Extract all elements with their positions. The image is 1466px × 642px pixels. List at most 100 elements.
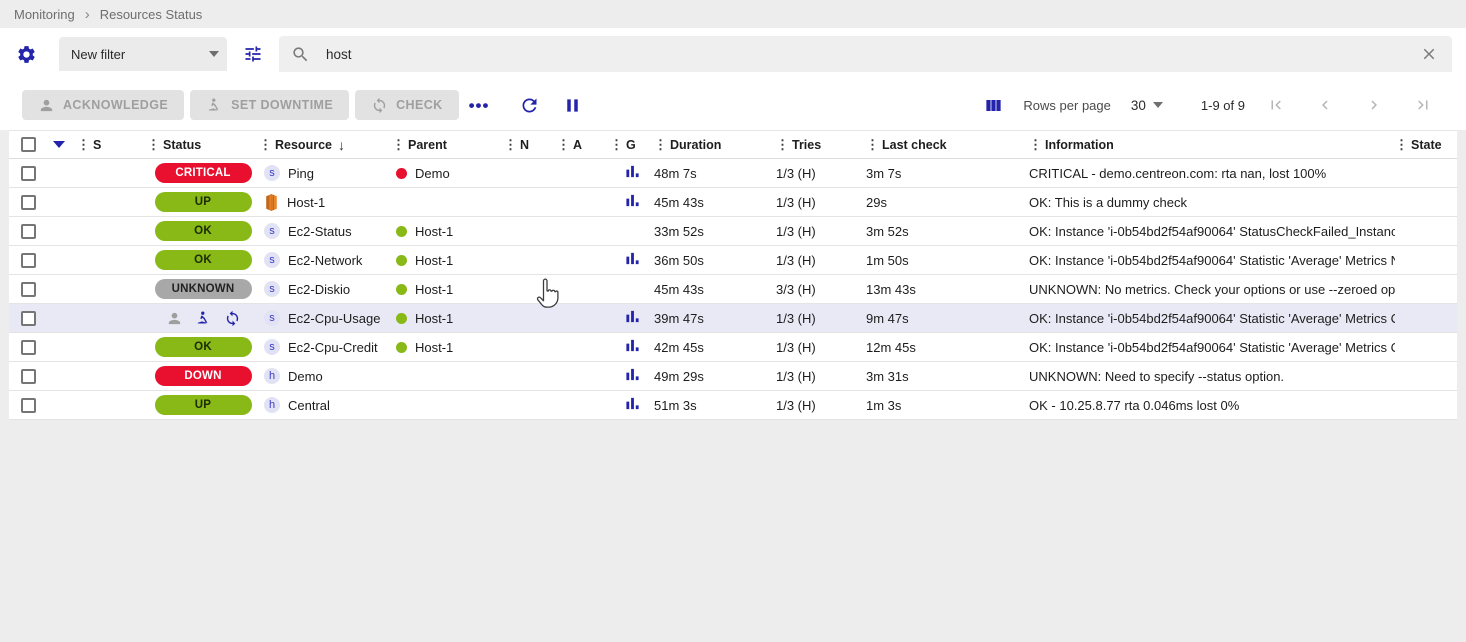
parent-name: Host-1 xyxy=(415,340,453,355)
resource-cell: sEc2-Status xyxy=(259,223,392,239)
column-header-information[interactable]: ⋮Information xyxy=(1029,138,1395,152)
column-drag-dots-icon[interactable]: ⋮ xyxy=(1029,138,1042,151)
table-row[interactable]: UPHost-145m 43s1/3 (H)29sOK: This is a d… xyxy=(9,188,1457,217)
tries-cell: 1/3 (H) xyxy=(776,224,866,239)
graph-icon[interactable] xyxy=(625,367,640,385)
column-drag-dots-icon[interactable]: ⋮ xyxy=(259,138,272,151)
status-cell: OK xyxy=(147,250,259,270)
column-header-state[interactable]: ⋮State xyxy=(1395,138,1457,152)
sort-desc-icon[interactable]: ↓ xyxy=(338,137,345,153)
set-downtime-button[interactable]: SET DOWNTIME xyxy=(190,90,349,120)
column-header-n[interactable]: ⋮N xyxy=(504,138,557,152)
last-check-cell: 12m 45s xyxy=(866,340,1029,355)
resource-cell: Host-1 xyxy=(259,194,392,211)
tries-cell: 3/3 (H) xyxy=(776,282,866,297)
graph-cell xyxy=(610,309,654,327)
column-header-tries[interactable]: ⋮Tries xyxy=(776,138,866,152)
row-checkbox[interactable] xyxy=(9,195,47,210)
table-row[interactable]: sEc2-Cpu-UsageHost-139m 47s1/3 (H)9m 47s… xyxy=(9,304,1457,333)
graph-icon[interactable] xyxy=(625,338,640,356)
column-header-parent[interactable]: ⋮Parent xyxy=(392,138,504,152)
prev-page-icon[interactable] xyxy=(1316,96,1334,114)
last-check-cell: 9m 47s xyxy=(866,311,1029,326)
graph-icon[interactable] xyxy=(625,164,640,182)
table-row[interactable]: CRITICALsPingDemo48m 7s1/3 (H)3m 7sCRITI… xyxy=(9,159,1457,188)
graph-icon[interactable] xyxy=(625,396,640,414)
status-cell: CRITICAL xyxy=(147,163,259,183)
tune-icon[interactable] xyxy=(239,40,267,68)
toolbar-right: Rows per page 30 1-9 of 9 xyxy=(980,92,1432,119)
column-header-last-check[interactable]: ⋮Last check xyxy=(866,138,1029,152)
status-badge: UNKNOWN xyxy=(155,279,252,299)
row-checkbox[interactable] xyxy=(9,398,47,413)
select-all-checkbox[interactable] xyxy=(9,137,47,152)
column-header-s[interactable]: ⋮S xyxy=(77,138,147,152)
last-page-icon[interactable] xyxy=(1414,96,1432,114)
column-drag-dots-icon[interactable]: ⋮ xyxy=(557,138,570,151)
filter-preset-select[interactable]: New filter xyxy=(59,37,227,71)
status-cell: UNKNOWN xyxy=(147,279,259,299)
resource-name: Ec2-Cpu-Credit xyxy=(288,340,378,355)
breadcrumb-item-resources-status[interactable]: Resources Status xyxy=(100,7,203,22)
parent-status-dot xyxy=(396,284,407,295)
search-input[interactable] xyxy=(326,47,1416,62)
rows-per-page-select[interactable]: 30 xyxy=(1131,98,1163,113)
parent-cell: Host-1 xyxy=(392,224,504,239)
graph-icon[interactable] xyxy=(625,251,640,269)
check-icon xyxy=(371,97,388,114)
column-drag-dots-icon[interactable]: ⋮ xyxy=(147,138,160,151)
column-drag-dots-icon[interactable]: ⋮ xyxy=(866,138,879,151)
resource-name: Ping xyxy=(288,166,314,181)
column-header-a[interactable]: ⋮A xyxy=(557,138,610,152)
column-header-resource[interactable]: ⋮Resource↓ xyxy=(259,137,392,153)
column-drag-dots-icon[interactable]: ⋮ xyxy=(1395,138,1408,151)
row-checkbox[interactable] xyxy=(9,340,47,355)
table-row[interactable]: OKsEc2-NetworkHost-136m 50s1/3 (H)1m 50s… xyxy=(9,246,1457,275)
acknowledge-button[interactable]: ACKNOWLEDGE xyxy=(22,90,184,120)
last-check-cell: 3m 31s xyxy=(866,369,1029,384)
column-header-duration[interactable]: ⋮Duration xyxy=(654,138,776,152)
refresh-icon[interactable] xyxy=(515,91,544,120)
check-button[interactable]: CHECK xyxy=(355,90,458,120)
columns-icon[interactable] xyxy=(980,92,1007,119)
column-header-g[interactable]: ⋮G xyxy=(610,138,654,152)
next-page-icon[interactable] xyxy=(1365,96,1383,114)
table-row[interactable]: OKsEc2-StatusHost-133m 52s1/3 (H)3m 52sO… xyxy=(9,217,1457,246)
host-icon: h xyxy=(264,397,280,413)
graph-icon[interactable] xyxy=(625,193,640,211)
tries-cell: 1/3 (H) xyxy=(776,166,866,181)
resource-name: Ec2-Diskio xyxy=(288,282,350,297)
row-checkbox[interactable] xyxy=(9,224,47,239)
pause-icon[interactable] xyxy=(558,91,587,120)
more-icon[interactable]: ••• xyxy=(469,97,490,114)
information-cell: OK: Instance 'i-0b54bd2f54af90064' Statu… xyxy=(1029,224,1395,239)
column-drag-dots-icon[interactable]: ⋮ xyxy=(504,138,517,151)
table-row[interactable]: DOWNhDemo49m 29s1/3 (H)3m 31sUNKNOWN: Ne… xyxy=(9,362,1457,391)
row-checkbox[interactable] xyxy=(9,369,47,384)
first-page-icon[interactable] xyxy=(1267,96,1285,114)
information-cell: UNKNOWN: No metrics. Check your options … xyxy=(1029,282,1395,297)
clear-icon[interactable] xyxy=(1416,41,1442,67)
column-drag-dots-icon[interactable]: ⋮ xyxy=(392,138,405,151)
last-check-cell: 13m 43s xyxy=(866,282,1029,297)
table-row[interactable]: UPhCentral51m 3s1/3 (H)1m 3sOK - 10.25.8… xyxy=(9,391,1457,420)
parent-cell: Host-1 xyxy=(392,282,504,297)
graph-icon[interactable] xyxy=(625,309,640,327)
row-checkbox[interactable] xyxy=(9,166,47,181)
column-drag-dots-icon[interactable]: ⋮ xyxy=(776,138,789,151)
column-drag-dots-icon[interactable]: ⋮ xyxy=(77,138,90,151)
row-checkbox[interactable] xyxy=(9,282,47,297)
row-checkbox[interactable] xyxy=(9,253,47,268)
breadcrumb-item-monitoring[interactable]: Monitoring xyxy=(14,7,75,22)
gear-icon[interactable] xyxy=(12,40,41,69)
rows-per-page-label: Rows per page xyxy=(1023,98,1110,113)
graph-cell xyxy=(610,251,654,269)
row-checkbox[interactable] xyxy=(9,311,47,326)
table-row[interactable]: OKsEc2-Cpu-CreditHost-142m 45s1/3 (H)12m… xyxy=(9,333,1457,362)
select-menu-arrow[interactable] xyxy=(47,141,77,148)
table-row[interactable]: UNKNOWNsEc2-DiskioHost-145m 43s3/3 (H)13… xyxy=(9,275,1457,304)
column-drag-dots-icon[interactable]: ⋮ xyxy=(610,138,623,151)
service-icon: s xyxy=(264,165,280,181)
column-header-status[interactable]: ⋮Status xyxy=(147,138,259,152)
column-drag-dots-icon[interactable]: ⋮ xyxy=(654,138,667,151)
